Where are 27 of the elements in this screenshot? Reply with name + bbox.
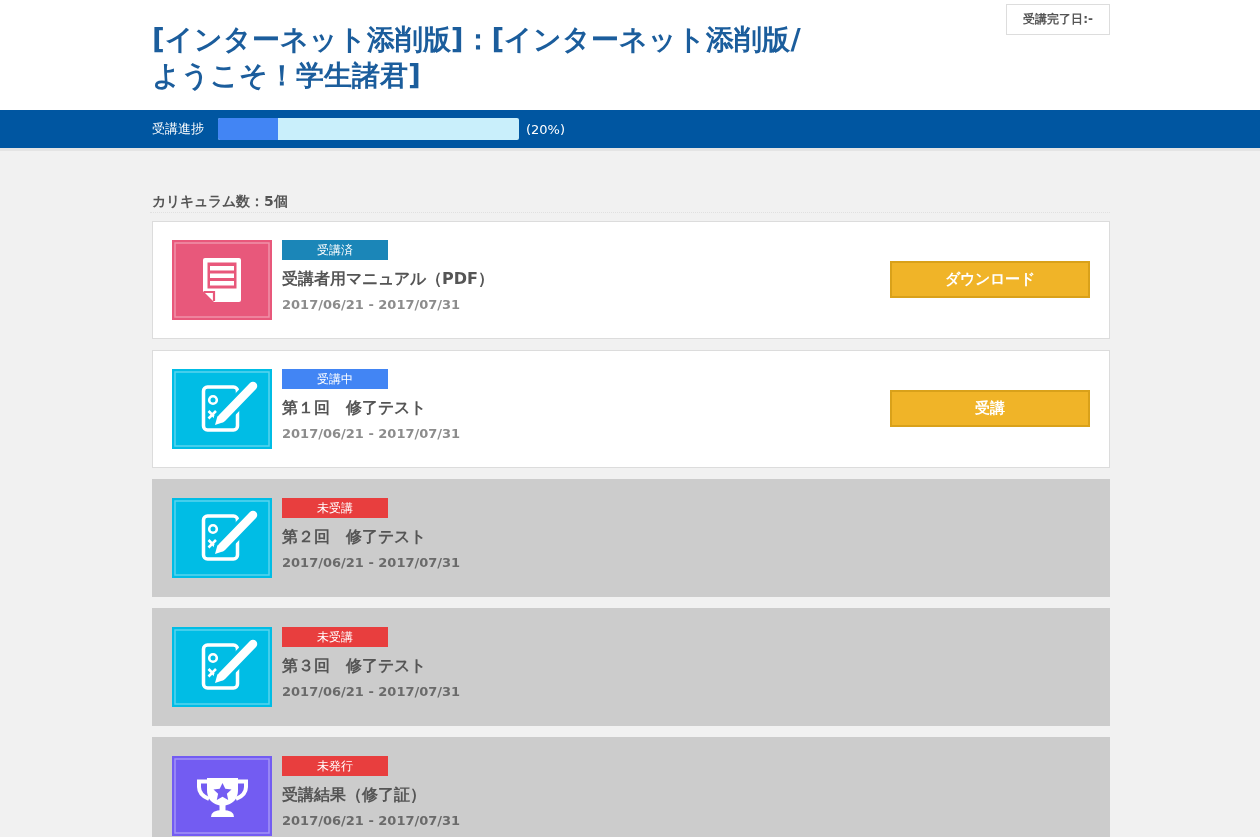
curriculum-title: 受講者用マニュアル（PDF） (282, 269, 494, 289)
status-badge: 未受講 (282, 627, 388, 647)
pencil-checklist-icon (172, 498, 272, 578)
period-text: 2017/06/21 - 2017/07/31 (282, 555, 461, 570)
curriculum-title: 第３回 修了テスト (282, 656, 426, 676)
trophy-icon (172, 756, 272, 836)
period-text: 2017/06/21 - 2017/07/31 (282, 813, 461, 828)
pencil-checklist-icon (172, 627, 272, 707)
document-icon (172, 240, 272, 320)
page-title: [インターネット添削版]：[インターネット添削版/ ようこそ！学生諸君] (152, 22, 801, 94)
curriculum-title: 第２回 修了テスト (282, 527, 426, 547)
completion-date: 受講完了日:- (1006, 4, 1110, 35)
progress-percent: (20%) (526, 121, 566, 137)
status-badge: 受講中 (282, 369, 388, 389)
curriculum-title: 第１回 修了テスト (282, 398, 426, 418)
period-text: 2017/06/21 - 2017/07/31 (282, 684, 461, 699)
action-button[interactable]: 受講 (890, 390, 1090, 427)
curriculum-title: 受講結果（修了証） (282, 785, 426, 805)
curriculum-count: カリキュラム数：5個 (152, 193, 288, 209)
progress-label: 受講進捗 (152, 120, 204, 138)
period-text: 2017/06/21 - 2017/07/31 (282, 297, 461, 312)
action-button[interactable]: ダウンロード (890, 261, 1090, 298)
pencil-checklist-icon (172, 369, 272, 449)
status-badge: 未発行 (282, 756, 388, 776)
period-text: 2017/06/21 - 2017/07/31 (282, 426, 461, 441)
status-badge: 受講済 (282, 240, 388, 260)
status-badge: 未受講 (282, 498, 388, 518)
